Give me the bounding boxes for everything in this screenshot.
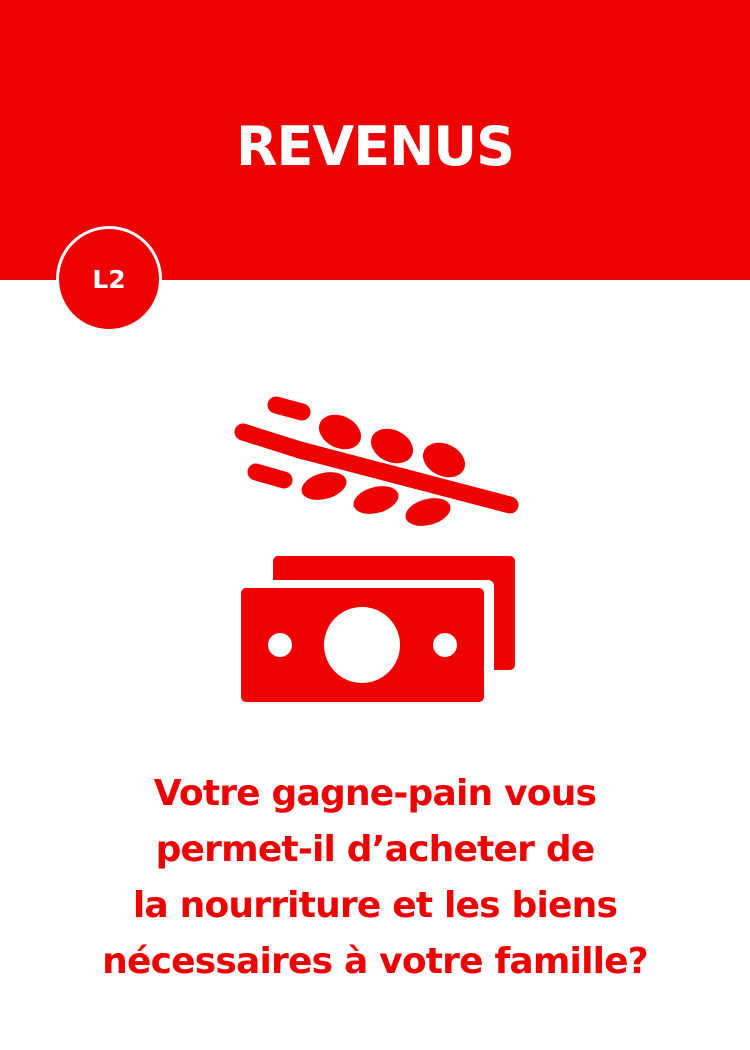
wheat-icon — [234, 396, 519, 526]
banknotes-icon — [234, 556, 515, 710]
question-text: Votre gagne-pain vous permet-il d’achete… — [102, 773, 649, 982]
wheat-and-banknotes-icon — [234, 396, 519, 710]
